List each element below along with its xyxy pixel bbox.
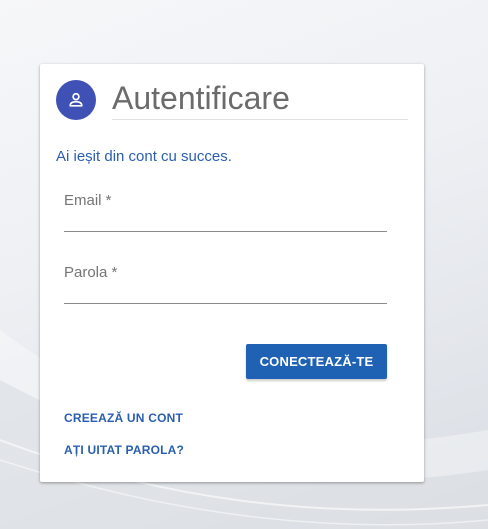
person-icon <box>69 92 83 107</box>
password-input[interactable] <box>64 264 387 302</box>
password-field[interactable]: Parola * <box>64 264 387 304</box>
login-card: Autentificare Ai ieșit din cont cu succe… <box>40 64 424 482</box>
login-button[interactable]: CONECTEAZĂ-TE <box>246 344 387 379</box>
email-input[interactable] <box>64 192 387 230</box>
page-title: Autentificare <box>112 78 408 120</box>
avatar <box>56 80 96 120</box>
forgot-password-link[interactable]: AȚI UITAT PAROLA? <box>64 443 184 457</box>
email-underline <box>64 231 387 232</box>
password-underline <box>64 303 387 304</box>
create-account-link[interactable]: CREEAZĂ UN CONT <box>64 411 183 425</box>
email-field[interactable]: Email * <box>64 192 387 232</box>
logout-success-message: Ai ieșit din cont cu succes. <box>56 148 232 165</box>
